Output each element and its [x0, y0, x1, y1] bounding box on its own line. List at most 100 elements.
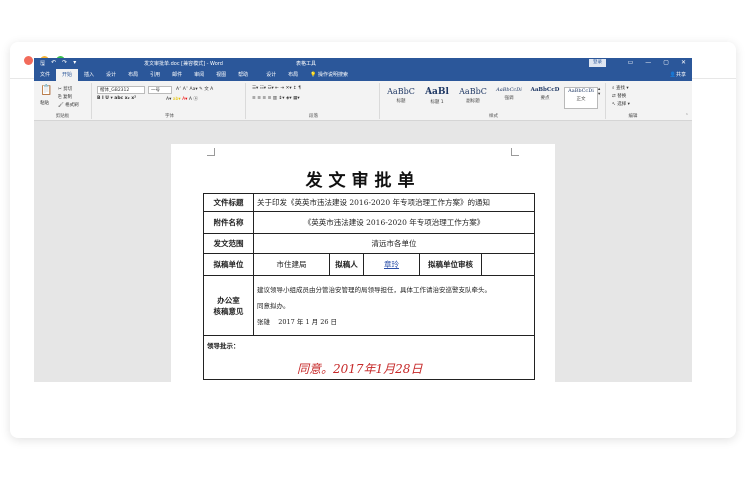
opinion-label: 办公室 核稿意见 — [203, 275, 254, 336]
font-group: 楷体_GB2312 一号 A˄ A˅ Aa▾ ✎ 文 A B I U ▾ abc… — [94, 83, 246, 119]
tab-table-layout[interactable]: 布局 — [282, 69, 304, 81]
select-label: 选择 — [617, 102, 627, 107]
cut-button[interactable]: ✂ 剪切 — [58, 86, 72, 92]
style-normal[interactable]: AaBbCcDi 正文 — [564, 87, 598, 109]
font-format-buttons[interactable]: B I U ▾ abc x₂ x² — [97, 96, 136, 101]
opinion-date: 2017 年 1 月 26 日 — [278, 317, 338, 326]
share-button[interactable]: 👤共享 — [670, 69, 686, 81]
find-label: 查找 — [615, 86, 625, 91]
tab-view[interactable]: 视图 — [210, 69, 232, 81]
font-group-label: 字体 — [165, 114, 174, 119]
tab-file[interactable]: 文件 — [34, 69, 56, 81]
share-label: 共享 — [675, 72, 686, 78]
replace-button[interactable]: ⇄ 替换 — [612, 93, 626, 99]
format-painter-button[interactable]: 🖌 格式刷 — [58, 102, 79, 108]
customize-qat-icon[interactable]: ▾ — [73, 59, 76, 69]
drafter-value: 章玲 — [363, 253, 420, 276]
paste-icon[interactable]: 📋 — [40, 85, 52, 96]
format-painter-label: 格式刷 — [65, 103, 79, 108]
tell-me-search[interactable]: 💡 操作说明搜索 — [304, 69, 354, 81]
paste-label[interactable]: 粘贴 — [40, 100, 49, 106]
ribbon-tabs: 文件 开始 插入 设计 布局 引用 邮件 审阅 视图 帮助 设计 布局 💡 操作… — [34, 69, 692, 81]
paragraph-group-label: 段落 — [309, 114, 318, 119]
replace-label: 替换 — [617, 94, 627, 99]
tab-mailings[interactable]: 邮件 — [166, 69, 188, 81]
tell-me-label: 操作说明搜索 — [318, 72, 349, 78]
margin-corner-right — [511, 148, 519, 156]
title-value: 关于印发《英英市违法建设 2016-2020 年专项治理工作方案》的通知 — [253, 193, 535, 212]
lightbulb-icon: 💡 — [310, 72, 317, 78]
review-label: 拟稿单位审核 — [419, 253, 482, 276]
align-buttons[interactable]: ≡ ≡ ≡ ≡ ▥ ↨▾ ◈▾ ▦▾ — [252, 96, 300, 101]
style-name: 副标题 — [466, 99, 480, 104]
tab-layout[interactable]: 布局 — [122, 69, 144, 81]
font-color-buttons[interactable]: A▾ ab▾ A▾ A ⓐ — [166, 96, 198, 102]
redo-icon[interactable]: ↷ — [62, 59, 67, 69]
collapse-ribbon-icon[interactable]: ˄ — [686, 114, 688, 119]
opinion-label-line-2: 核稿意见 — [213, 306, 244, 316]
highlight-icon: ab▾ — [172, 97, 181, 102]
tab-review[interactable]: 审阅 — [188, 69, 210, 81]
editing-group-label: 编辑 — [628, 114, 638, 119]
save-icon[interactable]: 🖫 — [40, 59, 45, 69]
copy-button[interactable]: ⎘ 复制 — [58, 94, 72, 100]
close-icon[interactable]: ✕ — [681, 59, 686, 66]
style-name: 标题 1 — [430, 100, 444, 105]
window-controls: ▭ — ▢ ✕ — [628, 59, 686, 66]
opinion-signer: 张雄 — [257, 317, 270, 326]
scope-value: 清远市各单位 — [253, 233, 535, 254]
tab-insert[interactable]: 插入 — [78, 69, 100, 81]
style-sample: AaBl — [425, 87, 449, 97]
font-size-buttons[interactable]: A˄ A˅ Aa▾ ✎ 文 A — [176, 86, 213, 92]
table-row: 发文范围 清远市各单位 — [203, 233, 535, 254]
ribbon-display-icon[interactable]: ▭ — [628, 59, 634, 66]
font-size-select[interactable]: 一号 — [148, 86, 172, 94]
tab-table-design[interactable]: 设计 — [260, 69, 282, 81]
clipboard-group: 📋 粘贴 ✂ 剪切 ⎘ 复制 🖌 格式刷 剪贴板 — [34, 83, 92, 119]
clipboard-group-label: 剪贴板 — [55, 114, 70, 119]
tab-references[interactable]: 引用 — [144, 69, 166, 81]
style-name: 要点 — [540, 96, 550, 101]
style-name: 强调 — [504, 96, 514, 101]
tab-help[interactable]: 帮助 — [232, 69, 254, 81]
ribbon: 📋 粘贴 ✂ 剪切 ⎘ 复制 🖌 格式刷 剪贴板 楷体_GB2312 一号 A˄… — [34, 81, 692, 121]
select-icon: ↖ — [612, 102, 616, 107]
word-window: 🖫 ↶ ↷ ▾ 发文审批单.doc [兼容模式] - Word 表格工具 登录 … — [34, 58, 692, 382]
list-buttons[interactable]: ☰▾ ☷▾ ☲▾ ⇤ ⇥ ✕▾ ↕ ¶ — [252, 86, 301, 91]
tab-home[interactable]: 开始 — [56, 69, 79, 81]
style-sample: AaBbC — [387, 87, 415, 96]
table-tools-title: 表格工具 — [296, 61, 317, 67]
attachment-label: 附件名称 — [203, 211, 254, 234]
minimize-icon[interactable]: — — [645, 59, 651, 66]
undo-icon[interactable]: ↶ — [51, 59, 56, 69]
select-button[interactable]: ↖ 选择 ▾ — [612, 101, 630, 107]
login-button[interactable]: 登录 — [589, 59, 606, 67]
opinion-content: 建议领导小组成员由分管治安管理的局领导担任，具体工作请治安巡警支队牵头。 同意拟… — [253, 275, 535, 336]
font-color-icon: A▾ — [182, 97, 188, 102]
maximize-icon[interactable]: ▢ — [663, 59, 669, 66]
styles-group: AaBbC 标题 AaBl 标题 1 AaBbC 副标题 AaBbCcDi 强调 AaB… — [382, 83, 606, 119]
tab-design[interactable]: 设计 — [100, 69, 122, 81]
style-strong[interactable]: AaBbCcD 要点 — [528, 87, 562, 109]
draft-unit-label: 拟稿单位 — [203, 253, 254, 276]
drafter-name[interactable]: 章玲 — [384, 260, 399, 269]
copy-label: 复制 — [63, 95, 73, 100]
style-sample: AaBbC — [459, 87, 487, 96]
table-row: 附件名称 《英英市违法建设 2016-2020 年专项治理工作方案》 — [203, 211, 535, 234]
style-sample: AaBbCcD — [530, 87, 560, 93]
style-title[interactable]: AaBbC 标题 — [384, 87, 418, 109]
table-row: 拟稿单位 市住建局 拟稿人 章玲 拟稿单位审核 — [203, 253, 535, 276]
document-page[interactable]: 发文审批单 文件标题 关于印发《英英市违法建设 2016-2020 年专项治理工… — [171, 144, 555, 382]
styles-scroll-icon[interactable]: ▴ ▾ — [598, 87, 600, 97]
font-name-select[interactable]: 楷体_GB2312 — [97, 86, 145, 94]
find-button[interactable]: ⌕ 查找 ▾ — [612, 85, 629, 91]
style-subtitle[interactable]: AaBbC 副标题 — [456, 87, 490, 109]
scope-label: 发文范围 — [203, 233, 254, 254]
style-name: 标题 — [396, 99, 406, 104]
style-heading-1[interactable]: AaBl 标题 1 — [420, 87, 454, 109]
style-emphasis[interactable]: AaBbCcDi 强调 — [492, 87, 526, 109]
document-title: 发文审批单.doc [兼容模式] - Word — [144, 61, 223, 67]
paragraph-group: ☰▾ ☷▾ ☲▾ ⇤ ⇥ ✕▾ ↕ ¶ ≡ ≡ ≡ ≡ ▥ ↨▾ ◈▾ ▦▾ 段… — [248, 83, 380, 119]
close-dot[interactable] — [24, 56, 33, 65]
drafter-label: 拟稿人 — [329, 253, 364, 276]
